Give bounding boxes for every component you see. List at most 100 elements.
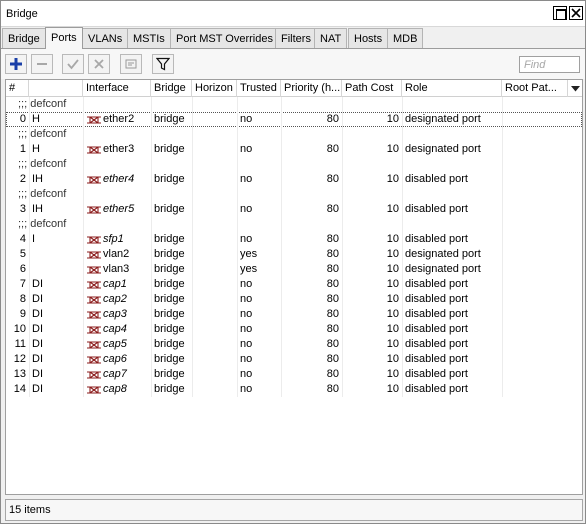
comment-row: ;;; defconf xyxy=(6,97,582,112)
row-bridge: bridge xyxy=(154,308,185,320)
table-row[interactable]: 4 I sfp1 bridge no 80 10 disabled port xyxy=(6,232,582,247)
row-bridge: bridge xyxy=(154,233,185,245)
row-number: 8 xyxy=(19,293,26,305)
row-comment: ;;; defconf xyxy=(18,188,67,200)
table-row[interactable]: 1 H ether3 bridge no 80 10 designated po… xyxy=(6,142,582,157)
tab-filters[interactable]: Filters xyxy=(275,28,317,49)
row-priority: 80 xyxy=(326,368,339,380)
table-row[interactable]: 7 DI cap1 bridge no 80 10 disabled port xyxy=(6,277,582,292)
tab-port-mst-overrides[interactable]: Port MST Overrides xyxy=(170,28,279,49)
row-number: 11 xyxy=(14,338,26,350)
remove-button[interactable] xyxy=(31,54,53,74)
row-priority: 80 xyxy=(326,173,339,185)
filter-button[interactable] xyxy=(152,54,174,74)
column-header-flags[interactable] xyxy=(29,80,83,97)
row-path-cost: 10 xyxy=(386,353,399,365)
row-bridge: bridge xyxy=(154,263,185,275)
interface-name: ether5 xyxy=(103,203,135,215)
row-number: 4 xyxy=(19,233,26,245)
row-bridge: bridge xyxy=(154,323,185,335)
title-bar: Bridge xyxy=(1,1,585,27)
column-header-path-cost[interactable]: Path Cost xyxy=(342,80,402,97)
table-row[interactable]: 13 DI cap7 bridge no 80 10 disabled port xyxy=(6,367,582,382)
row-priority: 80 xyxy=(326,203,339,215)
bridge-port-icon xyxy=(87,325,101,334)
column-header-bridge[interactable]: Bridge xyxy=(151,80,192,97)
disable-button[interactable] xyxy=(88,54,110,74)
row-trusted: no xyxy=(240,323,253,335)
table-row[interactable]: 11 DI cap5 bridge no 80 10 disabled port xyxy=(6,337,582,352)
row-role: disabled port xyxy=(405,233,468,245)
column-header-role[interactable]: Role xyxy=(402,80,502,97)
row-path-cost: 10 xyxy=(386,113,399,125)
status-bar: 15 items xyxy=(5,499,583,521)
comment-row: ;;; defconf xyxy=(6,217,582,232)
table-row[interactable]: 2 IH ether4 bridge no 80 10 disabled por… xyxy=(6,172,582,187)
row-bridge: bridge xyxy=(154,203,185,215)
tab-hosts[interactable]: Hosts xyxy=(348,28,389,49)
row-interface: cap5 xyxy=(83,337,151,352)
row-role: designated port xyxy=(405,248,481,260)
row-trusted: yes xyxy=(240,248,258,260)
column-separator xyxy=(83,97,84,397)
row-trusted: no xyxy=(240,233,253,245)
tab-mdb[interactable]: MDB xyxy=(387,28,424,49)
interface-name: cap8 xyxy=(103,383,127,395)
close-icon[interactable] xyxy=(569,6,583,20)
table-row[interactable]: 9 DI cap3 bridge no 80 10 disabled port xyxy=(6,307,582,322)
interface-name: ether4 xyxy=(103,173,135,185)
tab-ports[interactable]: Ports xyxy=(45,27,83,49)
column-header-number[interactable]: # xyxy=(6,80,29,97)
interface-name: cap5 xyxy=(103,338,127,350)
column-header-root-path[interactable]: Root Pat... xyxy=(502,80,568,97)
table-row[interactable]: 3 IH ether5 bridge no 80 10 disabled por… xyxy=(6,202,582,217)
tab-bar: Bridge Ports VLANs MSTIs Port MST Overri… xyxy=(1,27,585,49)
row-bridge: bridge xyxy=(154,353,185,365)
column-separator xyxy=(342,97,343,397)
comment-button[interactable] xyxy=(120,54,142,74)
column-header-trusted[interactable]: Trusted xyxy=(237,80,281,97)
row-flags: H xyxy=(32,113,40,125)
table-row[interactable]: 0 H ether2 bridge no 80 10 designated po… xyxy=(6,112,582,127)
row-path-cost: 10 xyxy=(386,248,399,260)
column-header-horizon[interactable]: Horizon xyxy=(192,80,237,97)
table-row[interactable]: 10 DI cap4 bridge no 80 10 disabled port xyxy=(6,322,582,337)
table-row[interactable]: 6 vlan3 bridge yes 80 10 designated port xyxy=(6,262,582,277)
row-interface: sfp1 xyxy=(83,232,151,247)
interface-name: ether2 xyxy=(103,113,135,125)
table-row[interactable]: 8 DI cap2 bridge no 80 10 disabled port xyxy=(6,292,582,307)
column-header-interface[interactable]: Interface xyxy=(83,80,151,97)
row-trusted: no xyxy=(240,278,253,290)
table-row[interactable]: 5 vlan2 bridge yes 80 10 designated port xyxy=(6,247,582,262)
row-interface: cap6 xyxy=(83,352,151,367)
enable-button[interactable] xyxy=(62,54,84,74)
tab-nat[interactable]: NAT xyxy=(314,28,348,49)
bridge-port-icon xyxy=(87,205,101,214)
row-role: disabled port xyxy=(405,338,468,350)
comment-row: ;;; defconf xyxy=(6,157,582,172)
row-bridge: bridge xyxy=(154,338,185,350)
interface-name: sfp1 xyxy=(103,233,124,245)
row-trusted: no xyxy=(240,173,253,185)
search-input[interactable]: Find xyxy=(519,56,580,73)
tab-vlans[interactable]: VLANs xyxy=(82,28,129,49)
bridge-port-icon xyxy=(87,250,101,259)
tab-bridge[interactable]: Bridge xyxy=(2,28,46,49)
bridge-port-icon xyxy=(87,175,101,184)
chevron-down-icon[interactable] xyxy=(568,80,582,97)
row-role: disabled port xyxy=(405,203,468,215)
ports-table: # Interface Bridge Horizon Trusted Prior… xyxy=(5,79,583,495)
row-flags: DI xyxy=(32,353,43,365)
column-header-priority[interactable]: Priority (h... xyxy=(281,80,342,97)
row-number: 13 xyxy=(13,368,26,380)
x-icon xyxy=(94,59,104,69)
table-row[interactable]: 14 DI cap8 bridge no 80 10 disabled port xyxy=(6,382,582,397)
maximize-icon[interactable] xyxy=(553,6,567,20)
interface-name: cap3 xyxy=(103,308,127,320)
tab-mstis[interactable]: MSTIs xyxy=(127,28,171,49)
table-header: # Interface Bridge Horizon Trusted Prior… xyxy=(6,80,582,97)
table-row[interactable]: 12 DI cap6 bridge no 80 10 disabled port xyxy=(6,352,582,367)
row-flags: DI xyxy=(32,323,43,335)
bridge-port-icon xyxy=(87,370,101,379)
add-button[interactable] xyxy=(5,54,27,74)
